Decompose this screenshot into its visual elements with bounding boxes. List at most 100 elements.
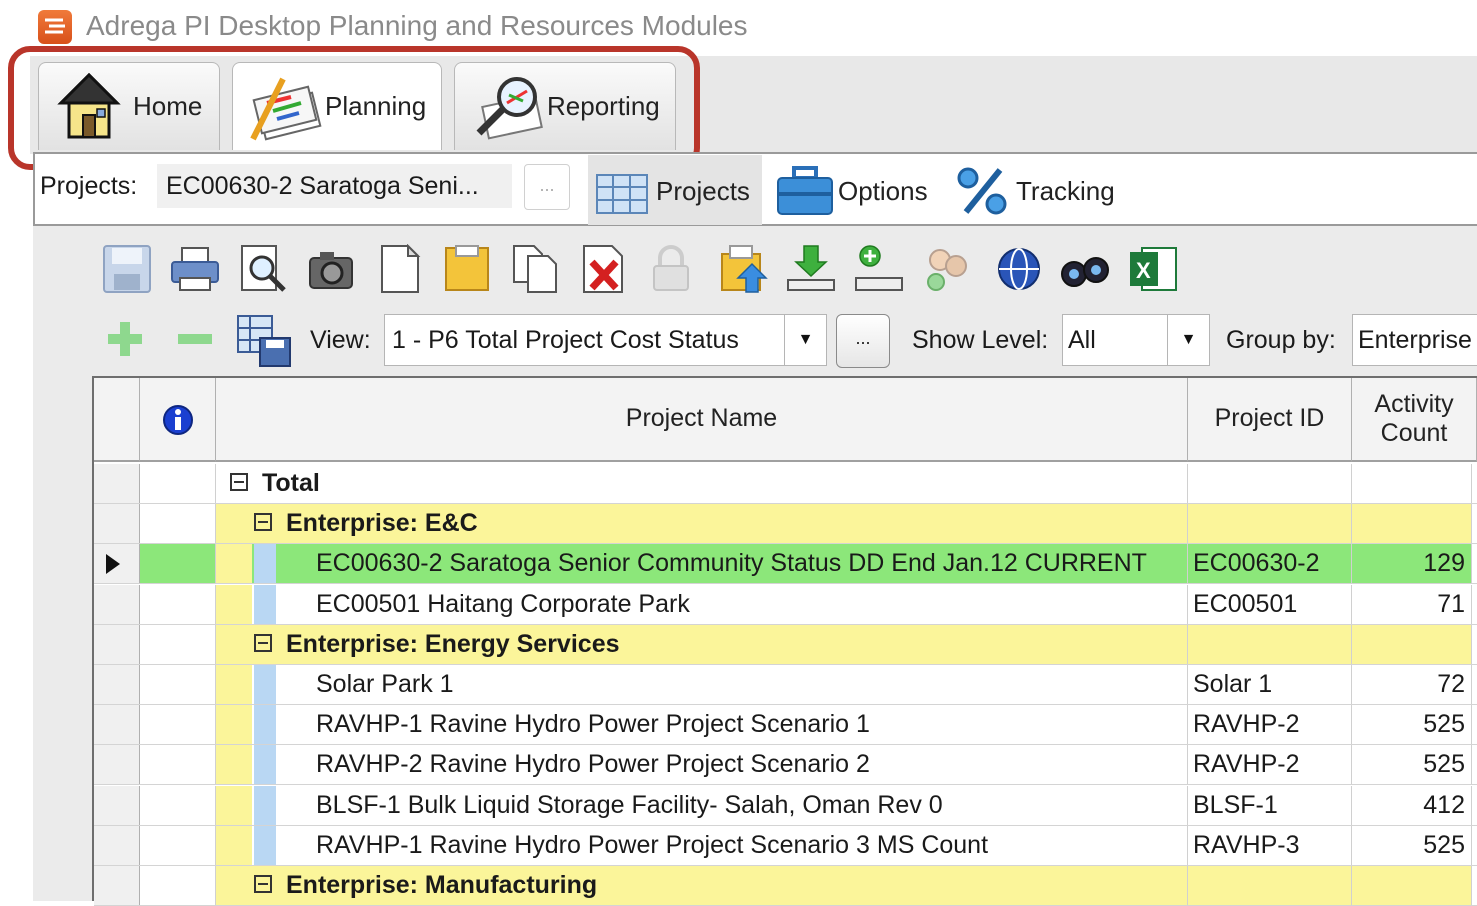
project-name: EC00630-2 Saratoga Senior Community Stat… [316, 549, 1147, 577]
row-selector-header [94, 378, 140, 462]
group-indent [216, 544, 252, 583]
project-indent [254, 745, 276, 784]
row-selector[interactable] [94, 504, 140, 543]
table-row[interactable]: Solar Park 1 Solar 1 72 [94, 665, 1477, 705]
project-id-cell: RAVHP-2 [1188, 705, 1352, 744]
project-name-cell: RAVHP-2 Ravine Hydro Power Project Scena… [216, 745, 1188, 784]
table-row[interactable]: BLSF-1 Bulk Liquid Storage Facility- Sal… [94, 786, 1477, 826]
activity-count: 525 [1423, 710, 1465, 738]
view-more-button[interactable]: ... [836, 314, 890, 368]
project-id: EC00630-2 [1193, 549, 1320, 577]
column-header-activity-count-line2: Count [1380, 419, 1448, 447]
project-id-cell [1188, 866, 1352, 905]
group-indent [216, 705, 252, 744]
table-row[interactable]: EC00501 Haitang Corporate Park EC00501 71 [94, 585, 1477, 625]
activity-count: 129 [1423, 549, 1465, 577]
group-row[interactable]: Enterprise: Energy Services [94, 625, 1477, 665]
collapse-icon[interactable] [230, 473, 248, 492]
project-name: Solar Park 1 [316, 670, 454, 698]
show-level-value: All [1068, 326, 1096, 354]
users-icon[interactable] [922, 244, 972, 294]
lock-icon[interactable] [646, 244, 696, 294]
project-name: EC00501 Haitang Corporate Park [316, 590, 690, 618]
total-row[interactable]: Total [94, 464, 1477, 504]
globe-icon[interactable] [994, 244, 1044, 294]
total-label: Total [262, 469, 320, 497]
window-title: Adrega PI Desktop Planning and Resources… [86, 10, 748, 41]
activity-count-cell: 525 [1352, 745, 1472, 784]
project-id-cell [1188, 464, 1352, 503]
project-name-cell: Total [216, 464, 1188, 503]
row-selector[interactable] [94, 745, 140, 784]
remove-row-icon[interactable] [174, 318, 216, 360]
import-icon[interactable] [718, 244, 768, 294]
copy-icon[interactable] [510, 244, 560, 294]
save-icon[interactable] [102, 244, 152, 294]
activity-count: 71 [1437, 590, 1465, 618]
activity-count-cell: 525 [1352, 705, 1472, 744]
camera-icon[interactable] [306, 244, 356, 294]
project-indent [254, 705, 276, 744]
row-selector[interactable] [94, 544, 140, 583]
group-row[interactable]: Enterprise: E&C [94, 504, 1477, 544]
info-cell [140, 625, 216, 664]
row-selector[interactable] [94, 585, 140, 624]
delete-icon[interactable] [578, 244, 628, 294]
activity-count-cell [1352, 866, 1472, 905]
print-icon[interactable] [170, 244, 220, 294]
collapse-icon[interactable] [254, 513, 272, 532]
project-id-cell [1188, 504, 1352, 543]
table-row[interactable]: RAVHP-1 Ravine Hydro Power Project Scena… [94, 826, 1477, 866]
column-header-project-name[interactable]: Project Name [216, 378, 1188, 462]
options-button[interactable]: Options [838, 176, 928, 207]
new-document-icon[interactable] [374, 244, 424, 294]
row-selector[interactable] [94, 866, 140, 905]
folder-icon[interactable] [442, 244, 492, 294]
project-name-cell: BLSF-1 Bulk Liquid Storage Facility- Sal… [216, 786, 1188, 825]
activity-count-cell: 129 [1352, 544, 1472, 583]
activity-count-cell: 71 [1352, 585, 1472, 624]
table-row[interactable]: RAVHP-1 Ravine Hydro Power Project Scena… [94, 705, 1477, 745]
row-selector[interactable] [94, 464, 140, 503]
tracking-button[interactable]: Tracking [1016, 176, 1115, 207]
project-id: RAVHP-2 [1193, 710, 1300, 738]
binoculars-icon[interactable] [1060, 244, 1110, 294]
projects-button[interactable]: Projects [656, 176, 750, 207]
info-cell [140, 544, 216, 583]
download-icon[interactable] [786, 244, 836, 294]
collapse-icon[interactable] [254, 875, 272, 894]
column-header-activity-count[interactable]: Activity Count [1352, 378, 1477, 462]
project-indent [254, 826, 276, 865]
group-by-value: Enterprise [1358, 326, 1472, 354]
view-label: View: [310, 326, 371, 354]
row-selector[interactable] [94, 625, 140, 664]
chevron-down-icon[interactable]: ▼ [1167, 315, 1209, 365]
row-selector[interactable] [94, 665, 140, 704]
row-selector[interactable] [94, 826, 140, 865]
collapse-icon[interactable] [254, 634, 272, 653]
group-row[interactable]: Enterprise: Manufacturing [94, 866, 1477, 906]
add-row-icon[interactable] [104, 318, 146, 360]
column-header-project-id[interactable]: Project ID [1188, 378, 1352, 462]
print-preview-icon[interactable] [238, 244, 288, 294]
info-column-header[interactable] [140, 378, 216, 462]
save-view-icon[interactable] [236, 314, 292, 368]
row-selector[interactable] [94, 705, 140, 744]
group-label: Enterprise: Manufacturing [286, 871, 598, 899]
add-user-icon[interactable] [854, 244, 904, 294]
info-cell [140, 585, 216, 624]
table-row[interactable]: EC00630-2 Saratoga Senior Community Stat… [94, 544, 1477, 584]
projects-browse-button[interactable]: ... [524, 164, 570, 210]
table-row[interactable]: RAVHP-2 Ravine Hydro Power Project Scena… [94, 745, 1477, 785]
info-cell [140, 745, 216, 784]
chevron-down-icon[interactable]: ▼ [784, 315, 826, 365]
projects-label: Projects: [40, 172, 138, 200]
project-name-cell: RAVHP-1 Ravine Hydro Power Project Scena… [216, 705, 1188, 744]
excel-icon[interactable]: X [1128, 244, 1178, 294]
project-id: EC00501 [1193, 590, 1298, 618]
view-value: 1 - P6 Total Project Cost Status [392, 326, 739, 354]
row-selector[interactable] [94, 786, 140, 825]
percent-icon [957, 167, 1007, 215]
svg-text:X: X [1136, 258, 1151, 283]
group-indent [216, 826, 252, 865]
